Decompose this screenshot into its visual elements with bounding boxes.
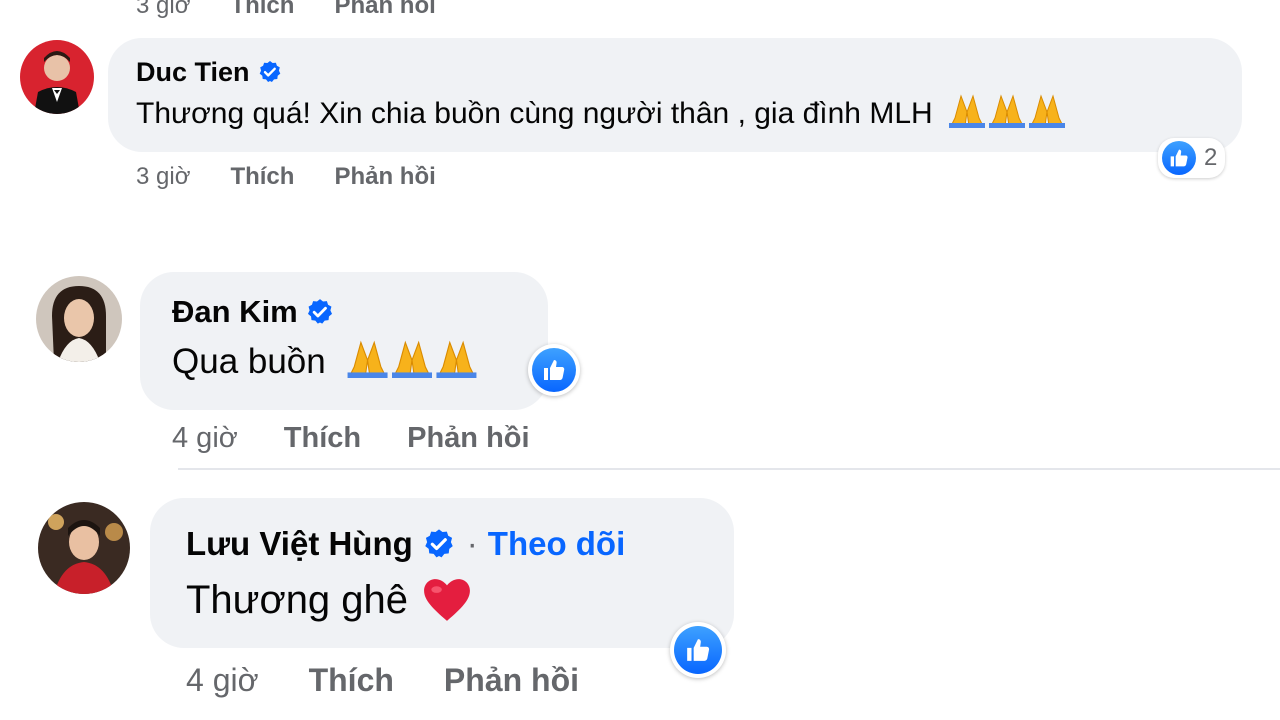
like-link[interactable]: Thích xyxy=(230,0,294,20)
separator-dot: · xyxy=(466,525,478,562)
verified-badge-icon xyxy=(425,529,453,558)
like-link[interactable]: Thích xyxy=(230,163,294,191)
timestamp[interactable]: 3 giờ xyxy=(136,163,190,191)
comment-text: Thương ghê xyxy=(186,574,472,626)
comment-actions: 4 giờ Thích Phản hồi xyxy=(186,658,579,702)
comment-panel-2: Đan Kim Qua buồn 4 giờ Thích Phản hồi xyxy=(0,250,1280,470)
reply-link[interactable]: Phản hồi xyxy=(407,422,529,455)
pray-emoji-icon xyxy=(947,92,1067,136)
timestamp[interactable]: 4 giờ xyxy=(172,422,238,455)
like-link[interactable]: Thích xyxy=(284,422,361,455)
follow-link[interactable]: Theo dõi xyxy=(488,525,625,563)
verified-badge-icon xyxy=(307,299,332,324)
reply-link[interactable]: Phản hồi xyxy=(334,0,435,20)
comment-body: Qua buồn xyxy=(172,342,326,381)
comment-body: Thương quá! Xin chia buồn cùng người thâ… xyxy=(136,97,933,130)
pray-emoji-icon xyxy=(342,338,482,387)
comment-author[interactable]: Duc Tien xyxy=(136,54,282,90)
previous-comment-actions: 3 giờ Thích Phản hồi xyxy=(136,0,436,20)
avatar[interactable] xyxy=(20,40,94,114)
timestamp[interactable]: 4 giờ xyxy=(186,662,259,699)
comment-body: Thương ghê xyxy=(186,577,409,622)
like-reaction-icon xyxy=(674,626,722,674)
comment-text: Qua buồn xyxy=(172,340,482,384)
author-name[interactable]: Duc Tien xyxy=(136,57,250,88)
avatar[interactable] xyxy=(38,502,130,594)
comment-panel-1: 3 giờ Thích Phản hồi Duc Tien Thương quá… xyxy=(0,0,1280,250)
verified-badge-icon xyxy=(259,61,280,82)
avatar[interactable] xyxy=(36,276,122,362)
like-reaction-icon xyxy=(1162,141,1196,175)
reply-link[interactable]: Phản hồi xyxy=(334,163,435,191)
like-link[interactable]: Thích xyxy=(309,662,394,699)
reply-link[interactable]: Phản hồi xyxy=(444,662,579,699)
comment-text: Thương quá! Xin chia buồn cùng người thâ… xyxy=(136,94,1067,134)
comment-panel-3: Lưu Việt Hùng · Theo dõi Thương ghê 4 gi… xyxy=(0,470,1280,720)
author-name[interactable]: Lưu Việt Hùng xyxy=(186,525,413,563)
like-reaction[interactable] xyxy=(528,344,580,396)
comment-author[interactable]: Đan Kim xyxy=(172,292,334,332)
comment-actions: 3 giờ Thích Phản hồi xyxy=(136,160,436,194)
like-reaction-icon xyxy=(532,348,576,392)
reaction-count[interactable]: 2 xyxy=(1158,138,1226,178)
heart-emoji-icon xyxy=(424,579,470,621)
reaction-count-value: 2 xyxy=(1204,144,1218,171)
comment-actions: 4 giờ Thích Phản hồi xyxy=(172,418,530,458)
author-name[interactable]: Đan Kim xyxy=(172,294,298,330)
comment-author[interactable]: Lưu Việt Hùng · Theo dõi xyxy=(186,522,625,566)
timestamp: 3 giờ xyxy=(136,0,191,19)
like-reaction[interactable] xyxy=(670,622,726,678)
